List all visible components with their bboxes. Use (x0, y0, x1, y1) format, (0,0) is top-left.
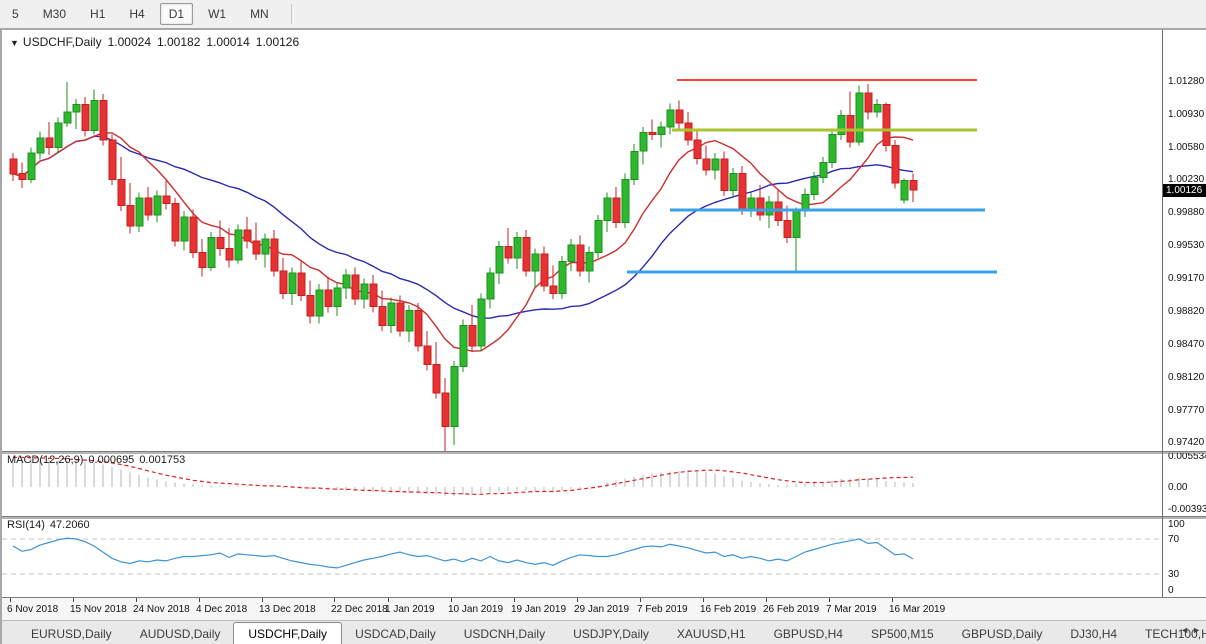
x-axis-tick (136, 598, 137, 602)
x-axis-label: 4 Dec 2018 (196, 604, 247, 615)
tab-scroll-left-icon[interactable]: ◄ (1180, 625, 1192, 635)
tf-button-mn[interactable]: MN (241, 3, 278, 25)
x-axis-tick (388, 598, 389, 602)
x-axis-tick (451, 598, 452, 602)
macd-axis-label: 0.005534 (1168, 453, 1206, 462)
chart-tab-gbpusd-h4[interactable]: GBPUSD,H4 (761, 624, 856, 644)
ohlc-open: 1.00024 (108, 35, 151, 49)
x-axis-label: 13 Dec 2018 (259, 604, 316, 615)
macd-axis-label: 0.00 (1168, 482, 1187, 493)
x-axis-label: 1 Jan 2019 (385, 604, 435, 615)
chart-window: ▼ USDCHF,Daily 1.00024 1.00182 1.00014 1.0012… (0, 28, 1206, 644)
y-axis-label: 0.99880 (1168, 207, 1204, 218)
x-axis-label: 15 Nov 2018 (70, 604, 127, 615)
chart-title: ▼ USDCHF,Daily 1.00024 1.00182 1.00014 1.0012… (10, 35, 299, 49)
symbol-period-label: USDCHF,Daily (23, 35, 102, 49)
x-axis-label: 6 Nov 2018 (7, 604, 58, 615)
tf-button-d1[interactable]: D1 (160, 3, 193, 25)
chart-tab-dj30-h4[interactable]: DJ30,H4 (1057, 624, 1130, 644)
x-axis-tick (514, 598, 515, 602)
price-axis[interactable]: 1.012801.009301.005801.002300.998800.995… (1165, 30, 1206, 451)
x-axis-tick (577, 598, 578, 602)
x-axis-label: 10 Jan 2019 (448, 604, 503, 615)
tf-button-5[interactable]: 5 (3, 3, 28, 25)
x-axis-label: 24 Nov 2018 (133, 604, 190, 615)
x-axis-tick (199, 598, 200, 602)
chart-tab-sp500-m15[interactable]: SP500,M15 (858, 624, 947, 644)
tf-button-h4[interactable]: H4 (120, 3, 153, 25)
tab-scroll-right-icon[interactable]: ► (1192, 625, 1204, 635)
x-axis-tick (703, 598, 704, 602)
tf-button-m30[interactable]: M30 (34, 3, 75, 25)
x-axis-tick (10, 598, 11, 602)
rsi-axis-label: 0 (1168, 585, 1174, 596)
rsi-axis-label: 100 (1168, 519, 1185, 530)
time-axis[interactable]: 6 Nov 2018 15 Nov 2018 24 Nov 2018 4 Dec 20… (2, 597, 1206, 621)
toolbar-separator (291, 4, 292, 24)
y-axis-label: 0.97770 (1168, 405, 1204, 416)
chart-tab-audusd-daily[interactable]: AUDUSD,Daily (127, 624, 234, 644)
rsi-indicator-label: RSI(14)47.2060 (7, 519, 90, 531)
x-axis-tick (766, 598, 767, 602)
rsi-axis[interactable]: 100 70 30 0 (1165, 518, 1206, 597)
chart-tab-usdjpy-daily[interactable]: USDJPY,Daily (560, 624, 662, 644)
y-axis-label: 0.98120 (1168, 372, 1204, 383)
macd-axis[interactable]: 0.005534 0.00 -0.003936 (1165, 453, 1206, 516)
x-axis-tick (640, 598, 641, 602)
chart-tab-usdchf-daily[interactable]: USDCHF,Daily (233, 622, 342, 644)
tab-scroll-buttons: ◄► (1180, 625, 1204, 635)
x-axis-label: 26 Feb 2019 (763, 604, 819, 615)
mt4-application: 5 M30 H1 H4 D1 W1 MN ▼ USDCHF,Daily 1.00024 1.001… (0, 0, 1206, 644)
y-axis-label: 0.99170 (1168, 273, 1204, 284)
x-axis-label: 7 Feb 2019 (637, 604, 688, 615)
tf-button-w1[interactable]: W1 (199, 3, 235, 25)
y-axis-label: 0.98820 (1168, 306, 1204, 317)
x-axis-tick (829, 598, 830, 602)
price-axis-border (1162, 30, 1163, 597)
ohlc-low: 1.00014 (206, 35, 249, 49)
y-axis-label: 0.98470 (1168, 339, 1204, 350)
x-axis-tick (262, 598, 263, 602)
panel-splitter[interactable] (2, 516, 1206, 519)
macd-axis-label: -0.003936 (1168, 504, 1206, 515)
chart-tab-usdcnh-daily[interactable]: USDCNH,Daily (451, 624, 558, 644)
x-axis-label: 7 Mar 2019 (826, 604, 877, 615)
macd-indicator-label: MACD(12,26,9)0.0006950.001753 (7, 454, 185, 466)
x-axis-label: 16 Feb 2019 (700, 604, 756, 615)
chart-tab-usdcad-daily[interactable]: USDCAD,Daily (342, 624, 449, 644)
x-axis-label: 22 Dec 2018 (331, 604, 388, 615)
y-axis-label: 1.00580 (1168, 142, 1204, 153)
ohlc-high: 1.00182 (157, 35, 200, 49)
chart-tab-gbpusd-daily[interactable]: GBPUSD,Daily (949, 624, 1056, 644)
current-price-badge: 1.00126 (1163, 184, 1206, 197)
x-axis-label: 19 Jan 2019 (511, 604, 566, 615)
rsi-axis-label: 70 (1168, 534, 1179, 545)
y-axis-label: 1.00930 (1168, 109, 1204, 120)
rsi-axis-label: 30 (1168, 569, 1179, 580)
x-axis-label: 16 Mar 2019 (889, 604, 945, 615)
x-axis-tick (892, 598, 893, 602)
y-axis-label: 0.99530 (1168, 240, 1204, 251)
chart-tab-eurusd-daily[interactable]: EURUSD,Daily (18, 624, 125, 644)
chart-tab-bar: EURUSD,DailyAUDUSD,DailyUSDCHF,DailyUSDC… (2, 620, 1206, 644)
ohlc-close: 1.00126 (256, 35, 299, 49)
timeframe-toolbar: 5 M30 H1 H4 D1 W1 MN (0, 0, 1206, 29)
chart-dropdown-icon[interactable]: ▼ (10, 38, 19, 48)
y-axis-label: 1.01280 (1168, 76, 1204, 87)
chart-tab-xauusd-h1[interactable]: XAUUSD,H1 (664, 624, 759, 644)
tf-button-h1[interactable]: H1 (81, 3, 114, 25)
price-chart-canvas[interactable] (2, 30, 1162, 453)
x-axis-tick (334, 598, 335, 602)
y-axis-label: 0.97420 (1168, 437, 1204, 448)
x-axis-label: 29 Jan 2019 (574, 604, 629, 615)
x-axis-tick (73, 598, 74, 602)
rsi-panel-canvas[interactable] (2, 518, 1162, 597)
